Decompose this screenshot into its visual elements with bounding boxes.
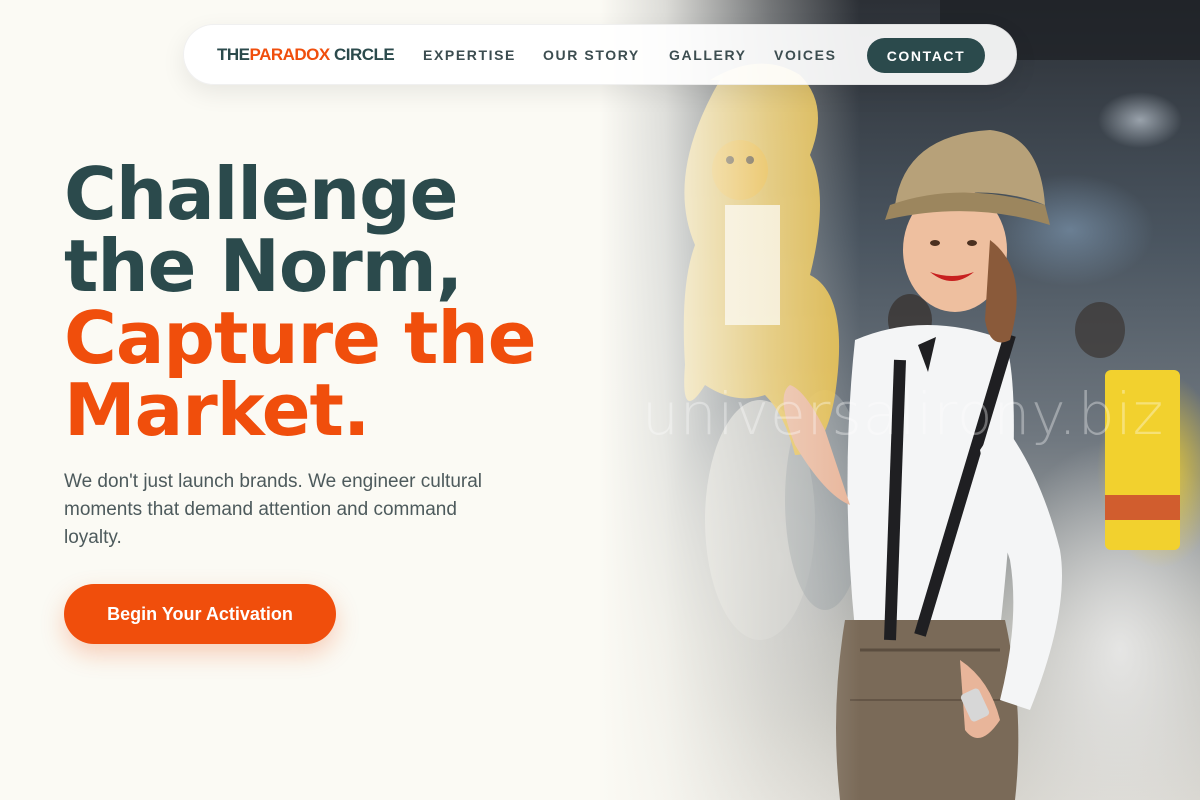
nav-link-gallery[interactable]: GALLERY — [669, 47, 747, 63]
hero-headline: Challenge the Norm, Capture the Market. — [64, 152, 537, 452]
logo[interactable]: THEPARADOX CIRCLE — [217, 45, 395, 65]
navbar: THEPARADOX CIRCLE EXPERTISE OUR STORY GA… — [183, 24, 1017, 85]
nav-link-our-story[interactable]: OUR STORY — [543, 47, 640, 63]
headline-line-1: Challenge — [64, 152, 459, 236]
logo-part-the: THE — [217, 45, 250, 64]
contact-button[interactable]: CONTACT — [867, 38, 985, 73]
logo-part-circle: CIRCLE — [333, 45, 395, 64]
headline-line-4: Market. — [64, 368, 370, 452]
headline-line-2: the Norm, — [64, 224, 463, 308]
nav-link-voices[interactable]: VOICES — [774, 47, 837, 63]
logo-part-paradox: PARADOX — [249, 45, 331, 64]
nav-link-expertise[interactable]: EXPERTISE — [423, 47, 516, 63]
hero-subcopy: We don't just launch brands. We engineer… — [64, 471, 482, 548]
begin-activation-button[interactable]: Begin Your Activation — [64, 584, 336, 644]
watermark-text: universalirony.biz — [642, 380, 1165, 448]
headline-line-3: Capture the — [64, 296, 537, 380]
